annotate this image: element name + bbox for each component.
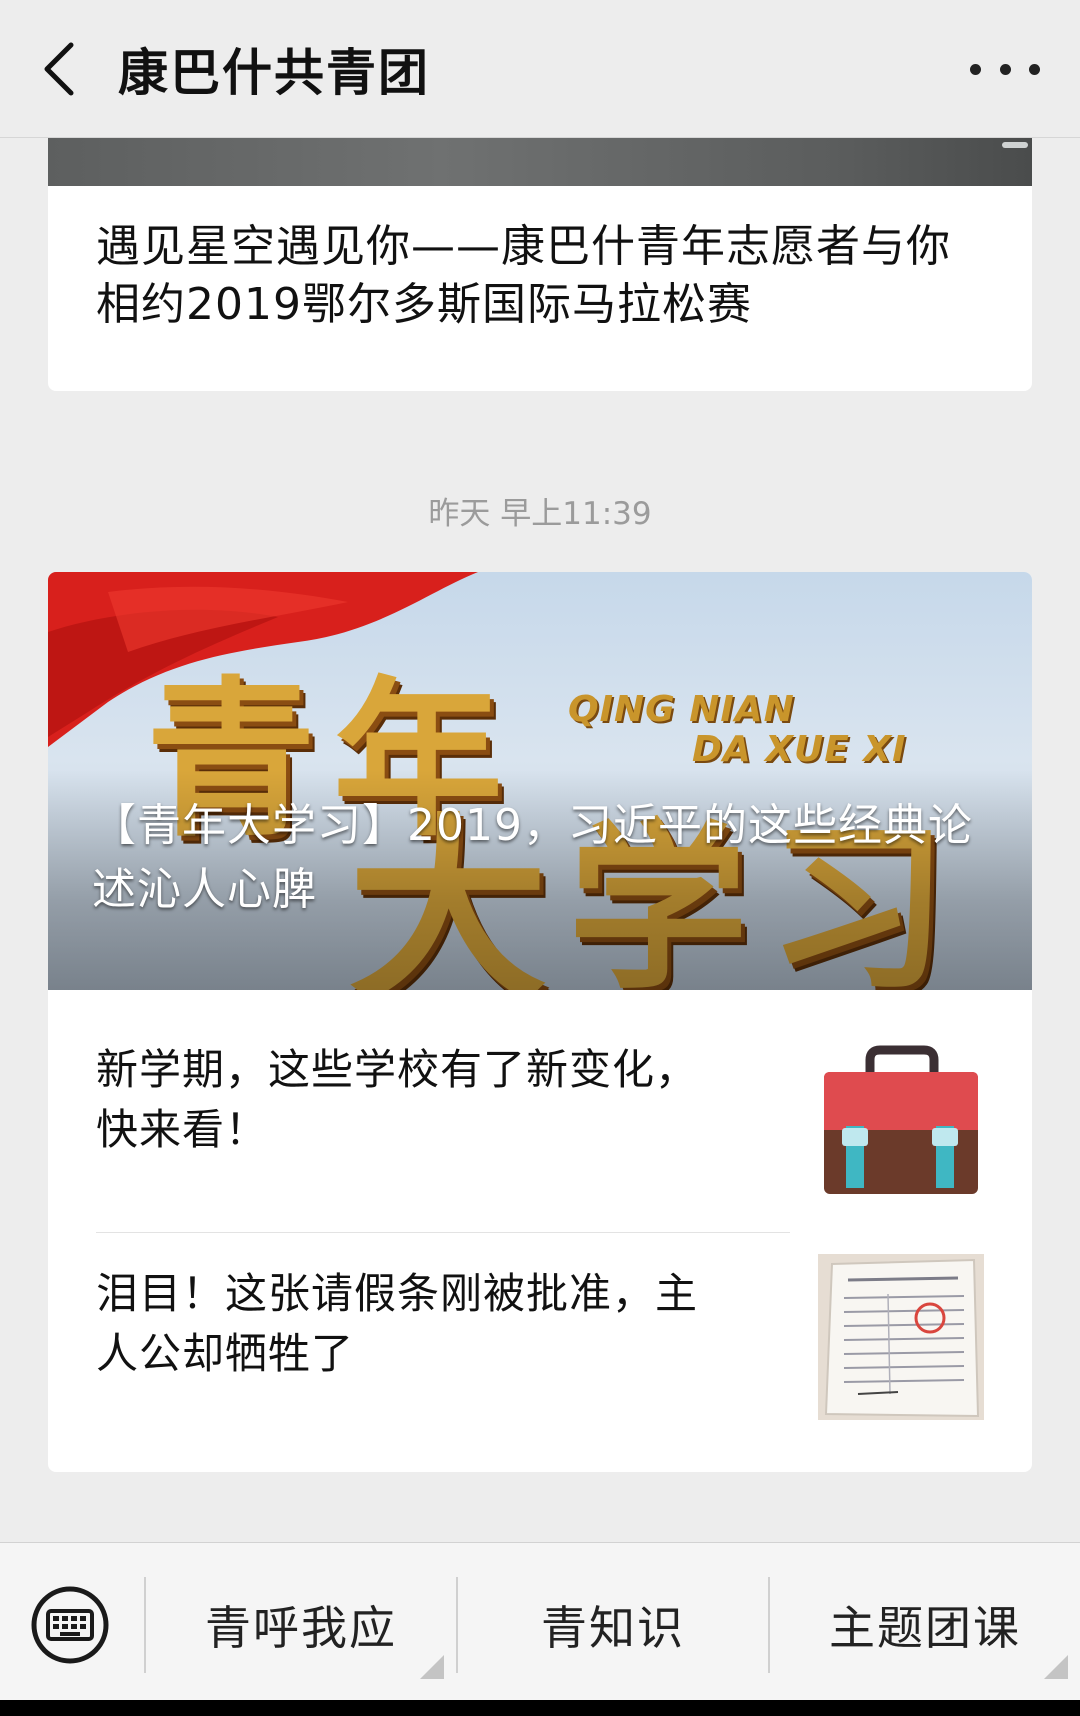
list-item[interactable]: 新学期，这些学校有了新变化，快来看！	[96, 1040, 984, 1250]
cover-article-title: 【青年大学习】2019，习近平的这些经典论述沁人心脾	[92, 800, 973, 915]
chevron-left-icon	[44, 42, 74, 95]
more-dot-icon	[970, 63, 981, 75]
news-group-card: 青 年 大 学 习 QING NIAN DA XUE XI 【青年大学习】201…	[48, 572, 1032, 1472]
menu-item-label: 青呼我应	[205, 1601, 397, 1655]
submenu-indicator-icon	[420, 1655, 444, 1679]
message-timestamp: 昨天 早上11:39	[428, 496, 652, 532]
leave-note-photo	[818, 1254, 984, 1420]
cover-art-latin: QING NIAN DA XUE XI	[568, 689, 907, 770]
article-cover-image	[48, 138, 1032, 186]
more-dot-icon	[1029, 63, 1040, 75]
menu-item-qing-hu-wo-ying[interactable]: 青呼我应	[146, 1579, 456, 1679]
list-divider	[96, 1232, 790, 1233]
official-account-chat: 康巴什共青团 遇见星空遇见你——康巴什青年志愿者与你相约2019鄂尔多斯国际马拉…	[0, 0, 1080, 1716]
more-button[interactable]	[970, 44, 1040, 94]
menu-item-qing-zhi-shi[interactable]: 青知识	[458, 1579, 768, 1671]
back-button[interactable]	[0, 0, 118, 138]
list-item-title: 泪目！这张请假条刚被批准，主人公却牺牲了	[96, 1269, 699, 1378]
submenu-indicator-icon	[1044, 1655, 1068, 1679]
cover-article[interactable]: 青 年 大 学 习 QING NIAN DA XUE XI 【青年大学习】201…	[48, 572, 1032, 990]
more-dot-icon	[999, 63, 1011, 75]
list-item[interactable]: 泪目！这张请假条刚被批准，主人公却牺牲了	[96, 1254, 984, 1464]
menu-item-label: 青知识	[541, 1601, 685, 1655]
top-navigation-bar: 康巴什共青团	[0, 0, 1080, 138]
menu-item-zhu-ti-tuan-ke[interactable]: 主题团课	[770, 1579, 1080, 1679]
bottom-menu-bar: 青呼我应 青知识 主题团课	[0, 1542, 1080, 1716]
article-title: 遇见星空遇见你——康巴什青年志愿者与你相约2019鄂尔多斯国际马拉松赛	[96, 221, 951, 330]
keyboard-icon[interactable]	[30, 1585, 110, 1665]
school-bag-icon	[818, 1042, 984, 1208]
page-title: 康巴什共青团	[118, 43, 430, 102]
list-item-title: 新学期，这些学校有了新变化，快来看！	[96, 1045, 699, 1154]
article-card[interactable]: 遇见星空遇见你——康巴什青年志愿者与你相约2019鄂尔多斯国际马拉松赛	[48, 138, 1032, 391]
menu-item-label: 主题团课	[829, 1601, 1021, 1655]
system-nav-strip	[0, 1700, 1080, 1716]
